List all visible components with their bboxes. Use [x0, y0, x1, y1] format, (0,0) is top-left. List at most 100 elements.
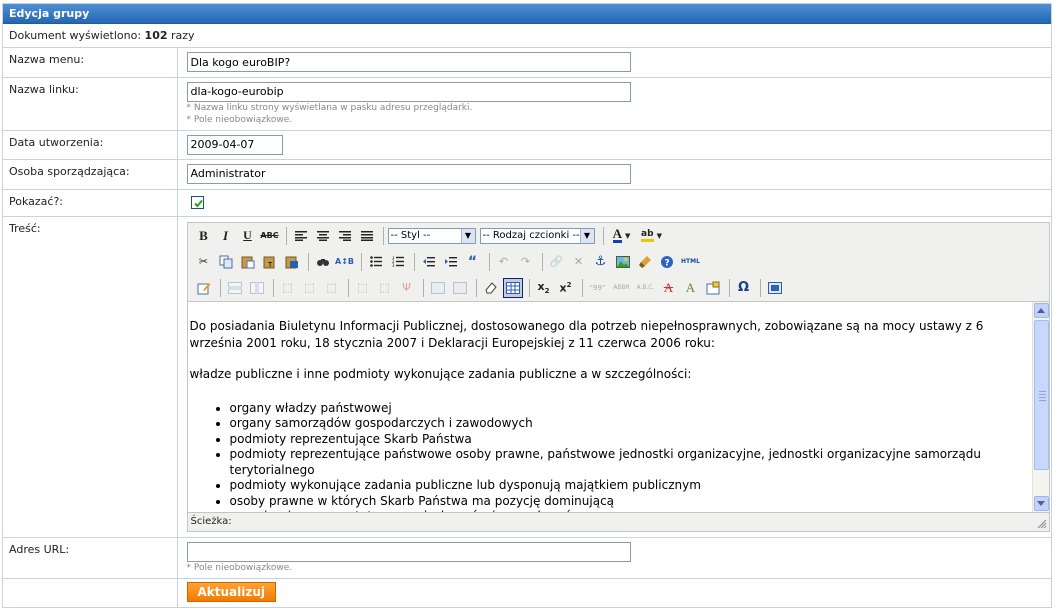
toolbar-separator [541, 252, 543, 271]
list-item: organizacje reprezentatywne związkowców … [230, 509, 1032, 512]
link-name-label: Nazwa linku: [3, 76, 178, 130]
delete-row-icon[interactable]: ⬚ [322, 278, 342, 298]
eraser-icon[interactable] [481, 278, 501, 298]
find-icon[interactable] [313, 252, 333, 272]
blockquote-icon[interactable]: “ [463, 252, 483, 272]
empty-label-cell [3, 577, 178, 607]
editor-content[interactable]: Do posiadania Biuletynu Informacji Publi… [188, 302, 1032, 512]
cut-icon[interactable]: ✂ [194, 252, 214, 272]
created-date-label: Data utworzenia: [3, 129, 178, 159]
view-count-row: Dokument wyświetlono: 102 razy [3, 24, 1051, 48]
toolbar-separator [422, 278, 424, 297]
justify-icon[interactable] [357, 226, 377, 246]
edit-icon[interactable] [194, 278, 214, 298]
anchor-icon[interactable]: ⚓ [591, 252, 611, 272]
editor-content-area[interactable]: Do posiadania Biuletynu Informacji Publi… [187, 300, 1049, 513]
toolbar-separator [759, 278, 761, 297]
link-icon[interactable]: 🔗 [547, 252, 567, 272]
numbered-list-icon[interactable]: 123 [388, 252, 408, 272]
align-left-icon[interactable] [291, 226, 311, 246]
special-char-icon[interactable]: Ω [734, 278, 754, 298]
show-checkbox[interactable] [190, 195, 204, 209]
toolbar-separator [285, 226, 287, 245]
insertion-icon[interactable]: A [681, 278, 701, 298]
outdent-icon[interactable] [419, 252, 439, 272]
bold-icon[interactable]: B [194, 226, 214, 246]
toolbar-separator [413, 252, 415, 271]
deletion-icon[interactable]: A [659, 278, 679, 298]
cleanup-icon[interactable] [635, 252, 655, 272]
created-date-input[interactable] [186, 134, 283, 155]
fullscreen-icon[interactable] [765, 278, 785, 298]
indent-icon[interactable] [441, 252, 461, 272]
cite-icon[interactable]: “99” [587, 278, 609, 298]
url-input[interactable] [186, 541, 631, 562]
row-before-icon[interactable]: ⬚ [278, 278, 298, 298]
paste-word-icon[interactable] [282, 252, 302, 272]
toolbar-separator [475, 278, 477, 297]
panel-title: Edycja grupy [3, 4, 1051, 24]
acronym-icon[interactable]: A.B.C. [635, 278, 657, 298]
menu-name-input[interactable] [186, 52, 631, 72]
image-icon[interactable] [613, 252, 633, 272]
group-form: Nazwa menu: Nazwa linku: * Nazwa linku s… [3, 48, 1051, 607]
paste-icon[interactable] [238, 252, 258, 272]
scroll-thumb[interactable] [1033, 319, 1049, 470]
toolbar-separator [488, 252, 490, 271]
html-source-icon[interactable]: HTML [679, 252, 703, 272]
undo-icon[interactable]: ↶ [494, 252, 514, 272]
text-color-icon[interactable]: A ▼ [608, 226, 636, 246]
insert-column-icon[interactable] [247, 278, 267, 298]
underline-icon[interactable]: U [238, 226, 258, 246]
insert-row-icon[interactable] [225, 278, 245, 298]
highlight-color-icon[interactable]: ab ▼ [638, 226, 666, 246]
content-list: organy władzy państwowejorgany samorządó… [190, 401, 1032, 512]
toolbar-separator [219, 278, 221, 297]
abbr-icon[interactable]: ABBR [611, 278, 633, 298]
toolbar-separator [347, 278, 349, 297]
help-icon[interactable]: ? [657, 252, 677, 272]
editor-scrollbar[interactable] [1031, 301, 1049, 512]
split-cells-icon[interactable] [428, 278, 448, 298]
toolbar-separator [728, 278, 730, 297]
svg-text:?: ? [664, 258, 669, 268]
paste-text-icon[interactable]: T [260, 252, 280, 272]
style-select[interactable]: -- Styl -- ▼ [387, 227, 476, 244]
subscript-icon[interactable]: x2 [534, 278, 554, 298]
align-right-icon[interactable] [335, 226, 355, 246]
editor-status-bar: Ścieżka: [188, 513, 1049, 531]
scroll-up-icon[interactable] [1033, 302, 1049, 318]
url-label: Adres URL: [3, 536, 178, 578]
table-icon[interactable] [502, 277, 523, 298]
replace-icon[interactable]: A↕B [335, 252, 355, 272]
col-before-icon[interactable]: ⬚ [353, 278, 373, 298]
list-item: organy samorządów gospodarczych i zawodo… [230, 416, 1032, 432]
show-label: Pokazać?: [3, 188, 178, 216]
delete-col-icon[interactable]: Ψ [397, 278, 417, 298]
attributes-icon[interactable] [703, 278, 723, 298]
bullet-list-icon[interactable] [366, 252, 386, 272]
list-item: podmioty reprezentujące Skarb Państwa [230, 432, 1032, 448]
redo-icon[interactable]: ↷ [516, 252, 536, 272]
italic-icon[interactable]: I [216, 226, 236, 246]
col-after-icon[interactable]: ⬚ [375, 278, 395, 298]
row-after-icon[interactable]: ⬚ [300, 278, 320, 298]
copy-icon[interactable] [216, 252, 236, 272]
submit-button[interactable]: Aktualizuj [186, 581, 277, 602]
link-name-input[interactable] [186, 81, 631, 102]
checkmark-icon [193, 199, 203, 207]
author-input[interactable] [186, 163, 631, 184]
menu-name-label: Nazwa menu: [3, 48, 178, 77]
merge-cells-icon[interactable] [450, 278, 470, 298]
strikethrough-icon[interactable]: ABC [260, 226, 280, 246]
scroll-down-icon[interactable] [1033, 495, 1049, 511]
align-center-icon[interactable] [313, 226, 333, 246]
view-count-prefix: Dokument wyświetlono: [9, 29, 142, 42]
edit-group-panel: Edycja grupy Dokument wyświetlono: 102 r… [2, 3, 1052, 608]
list-item: osoby prawne w których Skarb Państwa ma … [230, 494, 1032, 510]
chevron-down-icon: ▼ [460, 228, 475, 243]
font-select[interactable]: -- Rodzaj czcionki -- ▼ [479, 227, 595, 244]
resize-handle-icon[interactable] [1037, 519, 1047, 529]
unlink-icon[interactable]: ✕ [569, 252, 589, 272]
superscript-icon[interactable]: x2 [556, 278, 576, 298]
